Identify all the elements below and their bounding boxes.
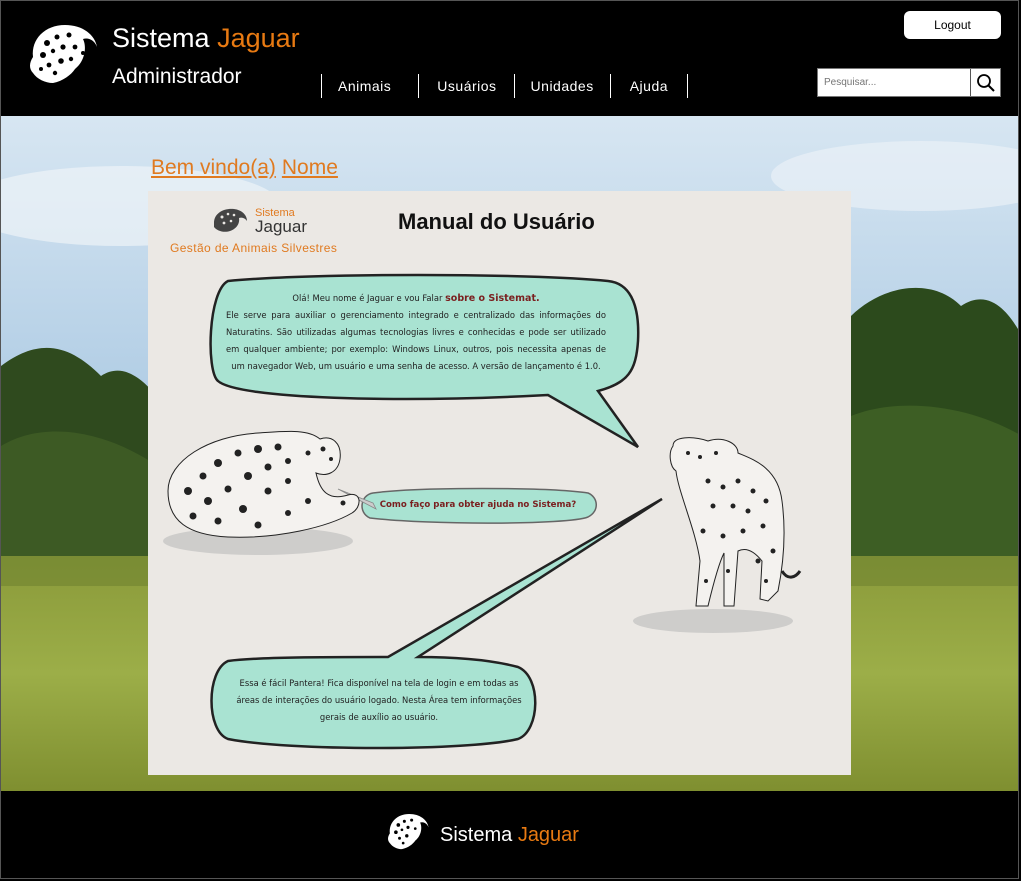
search-button[interactable]: [970, 69, 1000, 96]
main-nav: Animais Usuários Unidades Ajuda: [321, 73, 689, 99]
search-box: [817, 68, 1001, 97]
footer-brand: Sistema Jaguar: [440, 824, 579, 846]
nav-item-usuarios[interactable]: Usuários: [418, 74, 513, 98]
bubble-3-text: Essa é fácil Pantera! Fica disponível na…: [236, 678, 522, 722]
nav-item-ajuda[interactable]: Ajuda: [609, 74, 689, 98]
bubble-1-text: Olá! Meu nome é Jaguar e vou Falar sobre…: [226, 293, 606, 371]
top-header: Sistema Jaguar Administrador Animais Usu…: [1, 1, 1018, 116]
app-frame: Sistema Jaguar Administrador Animais Usu…: [0, 0, 1019, 879]
nav-item-unidades[interactable]: Unidades: [513, 74, 610, 98]
welcome-heading: Bem vindo(a) Nome: [151, 156, 338, 179]
logout-button[interactable]: Logout: [904, 11, 1001, 39]
sitting-jaguar-illustration: [163, 430, 360, 555]
search-input[interactable]: [818, 69, 970, 96]
bubble-2-text: Como faço para obter ajuda no Sistema?: [379, 500, 577, 510]
jaguar-logo-icon: [30, 25, 97, 83]
brand-title: Sistema Jaguar: [112, 23, 300, 53]
footer: Sistema Jaguar: [1, 791, 1018, 878]
search-icon: [976, 73, 995, 92]
jaguar-logo-icon: [388, 814, 429, 850]
user-manual-panel: Sistema Jaguar Gestão de Animais Silvest…: [148, 191, 851, 775]
user-role: Administrador: [112, 65, 242, 88]
nav-item-animais[interactable]: Animais: [321, 74, 418, 98]
standing-cheetah-illustration: [633, 437, 802, 633]
main-content: Bem vindo(a) Nome Sistema Jaguar Gestão d…: [1, 116, 1018, 791]
